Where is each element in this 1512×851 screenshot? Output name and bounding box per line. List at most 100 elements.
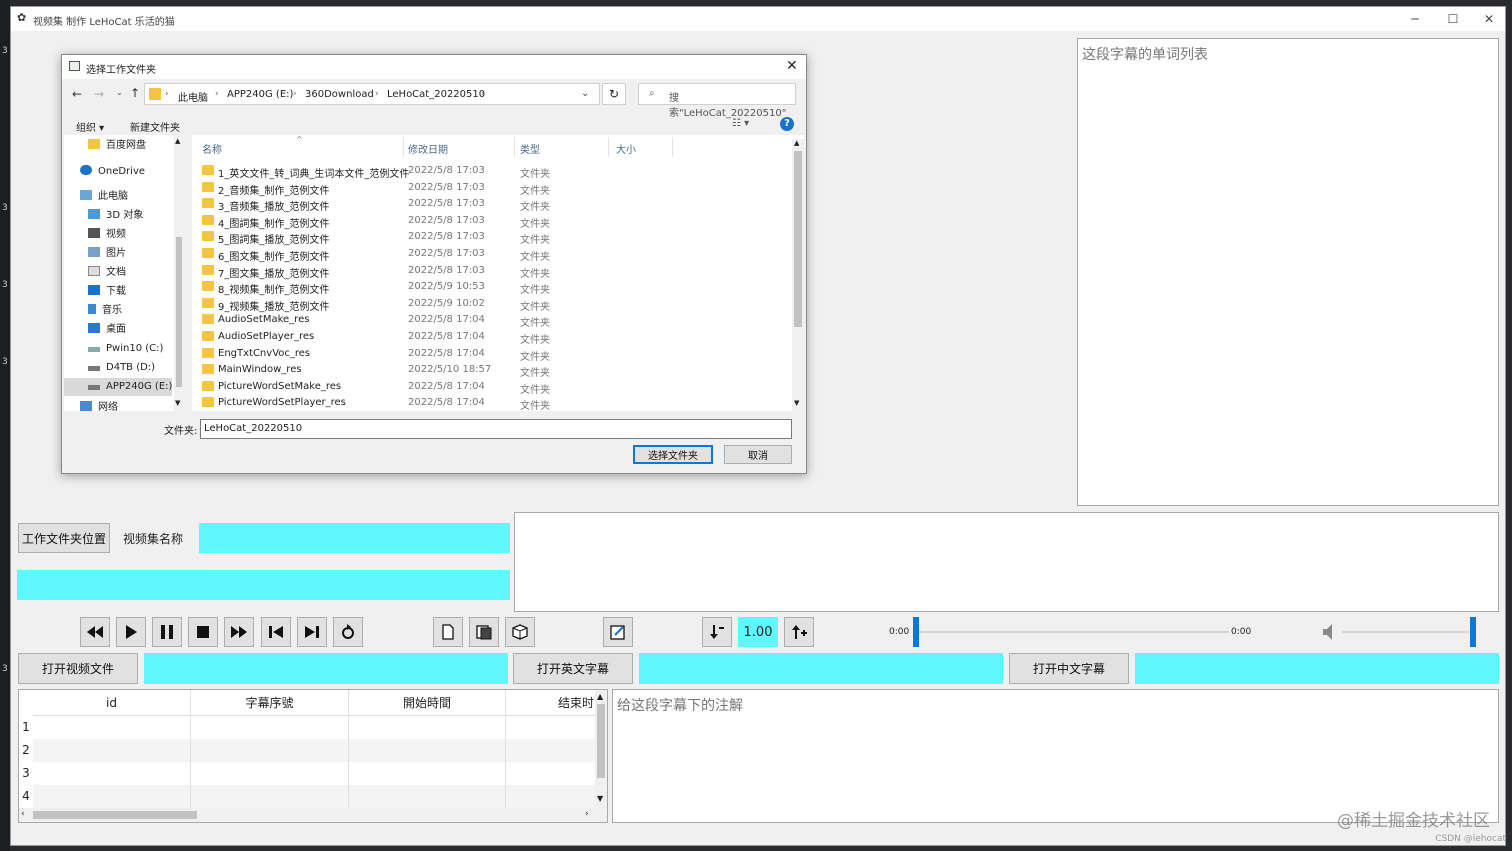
forward-arrow-icon[interactable]: → (94, 87, 104, 101)
package-button[interactable] (505, 617, 535, 647)
volume-icon[interactable] (1322, 620, 1336, 644)
nav-item[interactable]: 视频 (88, 226, 126, 244)
file-row[interactable]: 5_图詞集_播放_范例文件 2022/5/8 17:03 文件夹 (202, 230, 762, 246)
set-name-input[interactable] (199, 523, 510, 553)
address-bar[interactable]: › 此电脑 › APP240G (E:) › 360Download › LeH… (144, 83, 600, 105)
open-english-subtitle-button[interactable]: 打开英文字幕 (513, 653, 633, 684)
help-icon[interactable]: ? (780, 117, 794, 131)
nav-item[interactable]: 百度网盘 (88, 137, 146, 155)
file-row[interactable]: 7_图文集_播放_范例文件 2022/5/8 17:03 文件夹 (202, 264, 762, 280)
refresh-icon[interactable]: ↻ (602, 83, 626, 105)
new-folder-button[interactable]: 新建文件夹 (130, 119, 180, 134)
column-header-seq[interactable]: 字幕序號 (191, 690, 349, 716)
nav-item[interactable]: 3D 对象 (88, 207, 143, 225)
up-arrow-icon[interactable]: ↑ (130, 86, 140, 100)
nav-scroll-thumb[interactable] (176, 237, 182, 387)
recent-dropdown-icon[interactable]: ⌄ (116, 88, 123, 97)
nav-item[interactable]: 图片 (88, 245, 126, 263)
edit-button[interactable] (603, 617, 633, 647)
table-vertical-scrollbar[interactable]: ▲ ▼ (595, 690, 607, 808)
column-header-start[interactable]: 開始時間 (349, 690, 506, 716)
nav-item[interactable]: D4TB (D:) (88, 359, 155, 377)
file-row[interactable]: EngTxtCnvVoc_res 2022/5/8 17:04 文件夹 (202, 347, 762, 363)
nav-item[interactable]: Pwin10 (C:) (88, 340, 163, 358)
speed-down-button[interactable] (702, 617, 732, 647)
speed-up-button[interactable] (784, 617, 814, 647)
search-box[interactable]: ⌕ 搜索"LeHoCat_20220510" (638, 83, 796, 119)
dialog-close-icon[interactable]: ✕ (786, 58, 798, 74)
breadcrumb-item[interactable]: APP240G (E:) (227, 89, 293, 100)
file-row[interactable]: PictureWordSetPlayer_res 2022/5/8 17:04 文件… (202, 396, 762, 412)
cancel-button[interactable]: 取消 (724, 445, 792, 464)
column-header-end[interactable]: 结束时 (506, 690, 607, 716)
file-row[interactable]: 6_图文集_制作_范例文件 2022/5/8 17:03 文件夹 (202, 247, 762, 263)
subtitle-text-box[interactable] (514, 512, 1499, 612)
progress-slider[interactable] (913, 617, 1229, 647)
select-folder-button[interactable]: 选择文件夹 (633, 445, 713, 464)
replay-button[interactable] (333, 617, 363, 647)
volume-slider[interactable] (1342, 617, 1476, 647)
table-vscroll-thumb[interactable] (597, 704, 605, 778)
file-row[interactable]: 9_视频集_播放_范例文件 2022/5/9 10:02 文件夹 (202, 297, 762, 313)
play-button[interactable] (116, 617, 146, 647)
rewind-button[interactable] (80, 617, 110, 647)
file-row[interactable]: 4_图詞集_制作_范例文件 2022/5/8 17:03 文件夹 (202, 214, 762, 230)
nav-item[interactable]: 此电脑 (80, 188, 128, 206)
breadcrumb-item[interactable]: 360Download (305, 89, 374, 100)
table-horizontal-scrollbar[interactable]: ‹ › (19, 808, 607, 822)
close-button[interactable]: ✕ (1471, 10, 1507, 28)
word-list-box[interactable]: 这段字幕的单词列表 (1077, 38, 1499, 506)
table-row[interactable] (33, 762, 595, 785)
column-type[interactable]: 类型 (520, 141, 540, 156)
nav-scrollbar[interactable]: ▲ ▼ (174, 135, 184, 411)
new-file-button[interactable] (433, 617, 463, 647)
column-modified[interactable]: 修改日期 (408, 141, 448, 156)
english-subtitle-path-field[interactable] (639, 653, 1003, 684)
file-row[interactable]: 8_视频集_制作_范例文件 2022/5/9 10:53 文件夹 (202, 280, 762, 296)
breadcrumb-item[interactable]: LeHoCat_20220510 (387, 89, 485, 100)
file-row[interactable]: AudioSetPlayer_res 2022/5/8 17:04 文件夹 (202, 330, 762, 346)
annotation-box[interactable]: 给这段字幕下的注解 (612, 689, 1499, 823)
table-row[interactable] (33, 785, 595, 808)
file-row[interactable]: AudioSetMake_res 2022/5/8 17:04 文件夹 (202, 313, 762, 329)
save-copy-button[interactable] (469, 617, 499, 647)
file-row[interactable]: 3_音频集_播放_范例文件 2022/5/8 17:03 文件夹 (202, 197, 762, 213)
column-size[interactable]: 大小 (616, 141, 636, 156)
scroll-left-icon[interactable]: ‹ (21, 809, 25, 819)
chinese-subtitle-path-field[interactable] (1135, 653, 1499, 684)
organize-menu[interactable]: 组织 ▾ (76, 119, 104, 134)
scroll-down-icon[interactable]: ▼ (597, 794, 603, 803)
next-subtitle-button[interactable] (297, 617, 327, 647)
previous-subtitle-button[interactable] (261, 617, 291, 647)
back-arrow-icon[interactable]: ← (72, 87, 82, 101)
pause-button[interactable] (152, 617, 182, 647)
nav-item[interactable]: 网络 (80, 401, 118, 411)
nav-item[interactable]: 音乐 (88, 302, 122, 320)
folder-input[interactable]: LeHoCat_20220510 (200, 419, 792, 439)
breadcrumb-item[interactable]: 此电脑 (178, 89, 208, 104)
column-header-id[interactable]: id (33, 690, 191, 716)
folder-path-field[interactable] (17, 570, 510, 600)
work-folder-button[interactable]: 工作文件夹位置 (18, 523, 110, 553)
nav-item[interactable]: OneDrive (80, 163, 145, 181)
view-options-icon[interactable]: ☷ ▾ (732, 118, 749, 129)
file-row[interactable]: 1_英文文件_转_词典_生词本文件_范例文件 2022/5/8 17:03 文件夹 (202, 164, 762, 180)
stop-button[interactable] (188, 617, 218, 647)
column-name[interactable]: 名称 (202, 141, 222, 156)
file-row[interactable]: PictureWordSetMake_res 2022/5/8 17:04 文件夹 (202, 380, 762, 396)
scroll-right-icon[interactable]: › (585, 809, 589, 819)
scroll-up-icon[interactable]: ▲ (597, 692, 603, 701)
progress-handle[interactable] (913, 617, 919, 647)
address-dropdown-icon[interactable]: ⌄ (581, 88, 589, 99)
open-video-button[interactable]: 打开视频文件 (18, 653, 138, 684)
file-row[interactable]: MainWindow_res 2022/5/10 18:57 文件夹 (202, 363, 762, 379)
file-row[interactable]: 2_音频集_制作_范例文件 2022/5/8 17:03 文件夹 (202, 181, 762, 197)
nav-item[interactable]: 桌面 (88, 321, 126, 339)
nav-item[interactable]: 文档 (88, 264, 126, 282)
file-list-pane[interactable]: 名称 ^ 修改日期 类型 大小 1_英文文件_转_词典_生词本文件_范例文件 20… (192, 135, 804, 412)
file-scroll-thumb[interactable] (794, 151, 802, 327)
nav-item-selected[interactable]: APP240G (E:) (64, 378, 172, 396)
nav-item[interactable]: 下载 (88, 283, 126, 301)
table-hscroll-thumb[interactable] (33, 811, 197, 819)
video-path-field[interactable] (144, 653, 508, 684)
